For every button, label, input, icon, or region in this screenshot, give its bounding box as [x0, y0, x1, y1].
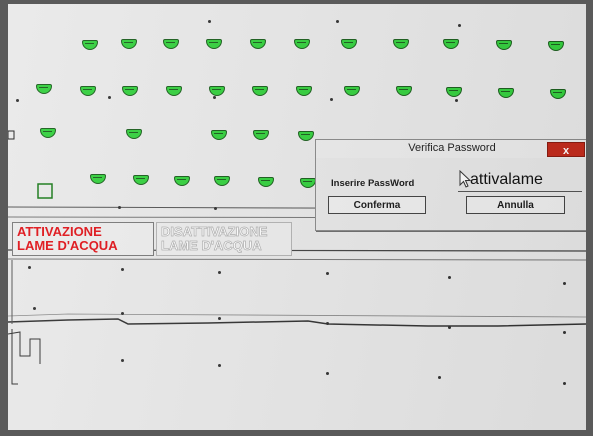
password-label: Inserire PassWord: [331, 178, 415, 189]
marker-dot: [326, 372, 329, 375]
confirm-button[interactable]: Conferma: [328, 196, 426, 214]
marker-dot: [336, 20, 339, 23]
activate-label-line1: ATTIVAZIONE: [17, 224, 102, 239]
close-button[interactable]: x: [547, 142, 585, 157]
dialog-title: Verifica Password: [408, 142, 496, 154]
marker-dot: [458, 24, 461, 27]
marker-dot: [326, 272, 329, 275]
marker-dot: [326, 322, 329, 325]
marker-dot: [448, 326, 451, 329]
password-input[interactable]: [458, 168, 582, 192]
marker-dot: [438, 376, 441, 379]
marker-dot: [33, 307, 36, 310]
mouse-pointer-icon: [459, 170, 471, 188]
password-dialog: Verifica Password x Inserire PassWord Co…: [315, 139, 586, 231]
marker-dot: [208, 20, 211, 23]
marker-dot: [121, 268, 124, 271]
marker-dot: [563, 282, 566, 285]
activate-label-line2: LAME D'ACQUA: [17, 238, 118, 253]
deactivate-water-blades-button[interactable]: DISATTIVAZIONE LAME D'ACQUA: [156, 222, 292, 256]
marker-dot: [213, 96, 216, 99]
dialog-titlebar[interactable]: Verifica Password x: [316, 140, 586, 158]
marker-dot: [121, 359, 124, 362]
marker-dot: [28, 266, 31, 269]
marker-dot: [563, 331, 566, 334]
marker-dot: [330, 98, 333, 101]
marker-dot: [108, 96, 111, 99]
marker-dot: [214, 207, 217, 210]
marker-dot: [118, 206, 121, 209]
deactivate-label-line2: LAME D'ACQUA: [161, 238, 262, 253]
marker-dot: [455, 99, 458, 102]
marker-dot: [121, 312, 124, 315]
deactivate-label-line1: DISATTIVAZIONE: [161, 224, 268, 239]
marker-dot: [218, 317, 221, 320]
marker-dot: [16, 99, 19, 102]
marker-dot: [563, 382, 566, 385]
marker-dot: [218, 364, 221, 367]
hmi-screen: ATTIVAZIONE LAME D'ACQUA DISATTIVAZIONE …: [8, 4, 586, 430]
cancel-button[interactable]: Annulla: [466, 196, 565, 214]
marker-dot: [218, 271, 221, 274]
marker-dot: [448, 276, 451, 279]
activate-water-blades-button[interactable]: ATTIVAZIONE LAME D'ACQUA: [12, 222, 154, 256]
